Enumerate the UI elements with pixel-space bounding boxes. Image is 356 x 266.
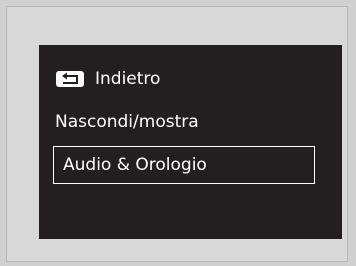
back-icon bbox=[55, 70, 85, 88]
menu-item-audio-clock[interactable]: Audio & Orologio bbox=[53, 146, 315, 184]
screen-frame: Indietro Nascondi/mostra Audio & Orologi… bbox=[6, 6, 348, 262]
menu-item-back[interactable]: Indietro bbox=[55, 68, 160, 90]
menu-item-label: Audio & Orologio bbox=[63, 155, 207, 175]
menu-item-hide-show[interactable]: Nascondi/mostra bbox=[55, 111, 199, 133]
menu-panel: Indietro Nascondi/mostra Audio & Orologi… bbox=[39, 45, 342, 239]
menu-item-label: Indietro bbox=[95, 69, 161, 89]
menu-item-label: Nascondi/mostra bbox=[55, 112, 199, 132]
